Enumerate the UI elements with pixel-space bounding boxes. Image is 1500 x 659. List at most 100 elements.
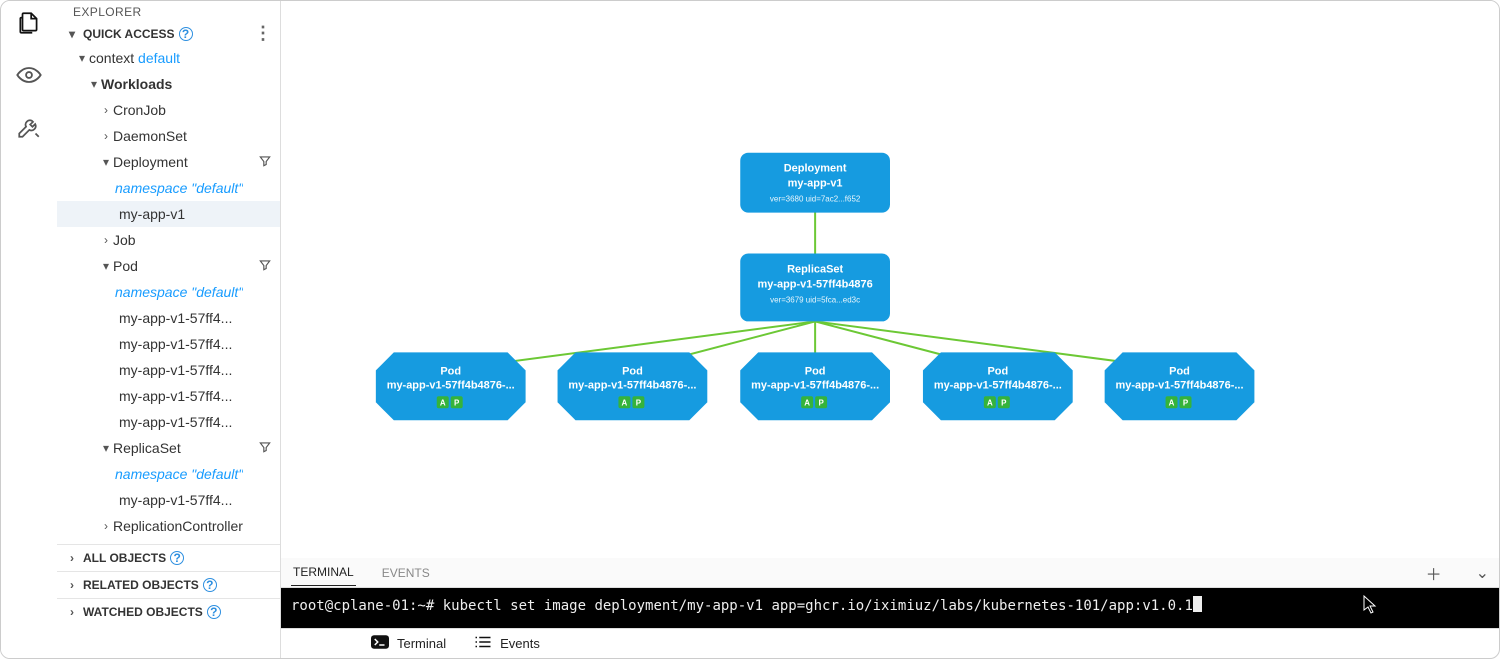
pod-namespace: namespace "default" xyxy=(115,284,243,300)
workloads-label: Workloads xyxy=(101,76,172,92)
status-events[interactable]: Events xyxy=(474,635,540,652)
chevron-right-icon: › xyxy=(65,578,79,592)
filter-icon[interactable] xyxy=(258,258,272,275)
svg-text:A: A xyxy=(987,398,993,407)
help-icon[interactable]: ? xyxy=(207,605,221,619)
tree-deployment-namespace[interactable]: namespace "default" xyxy=(57,175,280,201)
deployment-type: Deployment xyxy=(784,163,847,175)
deployment-name: my-app-v1 xyxy=(788,178,843,190)
status-bar: Terminal Events xyxy=(281,628,1499,658)
files-icon[interactable] xyxy=(15,9,43,37)
tree-pod-item[interactable]: my-app-v1-57ff4... xyxy=(57,331,280,357)
graph-canvas[interactable]: Deployment my-app-v1 ver=3680 uid=7ac2..… xyxy=(281,1,1499,558)
object-graph: Deployment my-app-v1 ver=3680 uid=7ac2..… xyxy=(281,1,1499,558)
replicationcontroller-label: ReplicationController xyxy=(113,518,243,534)
node-deployment[interactable]: Deployment my-app-v1 ver=3680 uid=7ac2..… xyxy=(740,153,890,213)
svg-text:P: P xyxy=(454,398,460,407)
help-icon[interactable]: ? xyxy=(170,551,184,565)
tree-deployment-item[interactable]: my-app-v1 xyxy=(57,201,280,227)
chevron-right-icon: › xyxy=(99,233,113,247)
all-objects-label: ALL OBJECTS xyxy=(83,551,166,565)
tree-replicaset-namespace[interactable]: namespace "default" xyxy=(57,461,280,487)
context-name: default xyxy=(138,50,180,66)
svg-text:A: A xyxy=(440,398,446,407)
svg-text:Pod: Pod xyxy=(987,365,1008,377)
chevron-down-icon: ▾ xyxy=(99,259,113,273)
tree-context[interactable]: ▾ context default xyxy=(57,45,280,71)
tree-pod-item[interactable]: my-app-v1-57ff4... xyxy=(57,305,280,331)
chevron-down-icon: ▾ xyxy=(65,27,79,41)
svg-text:P: P xyxy=(1001,398,1007,407)
tree-replicaset[interactable]: ▾ ReplicaSet xyxy=(57,435,280,461)
node-pod[interactable]: Podmy-app-v1-57ff4b4876-...AP xyxy=(1105,352,1255,420)
replicaset-name: my-app-v1-57ff4b4876 xyxy=(758,278,873,290)
eye-icon[interactable] xyxy=(15,61,43,89)
terminal[interactable]: root@cplane-01:~# kubectl set image depl… xyxy=(281,588,1499,628)
svg-text:Pod: Pod xyxy=(1169,365,1190,377)
filter-icon[interactable] xyxy=(258,440,272,457)
tab-events[interactable]: EVENTS xyxy=(380,560,432,586)
section-header-watched-objects[interactable]: › WATCHED OBJECTS ? xyxy=(57,598,280,625)
chevron-right-icon: › xyxy=(99,519,113,533)
app-window: EXPLORER ▾ QUICK ACCESS ? ⋮ ▾ context de… xyxy=(0,0,1500,659)
replicaset-meta: ver=3679 uid=5fca...ed3c xyxy=(770,295,860,304)
help-icon[interactable]: ? xyxy=(203,578,217,592)
node-pod[interactable]: Podmy-app-v1-57ff4b4876-...AP xyxy=(558,352,708,420)
terminal-prompt: root@cplane-01:~# xyxy=(291,598,434,614)
node-replicaset[interactable]: ReplicaSet my-app-v1-57ff4b4876 ver=3679… xyxy=(740,254,890,322)
section-header-all-objects[interactable]: › ALL OBJECTS ? xyxy=(57,544,280,571)
tree-pod-item[interactable]: my-app-v1-57ff4... xyxy=(57,357,280,383)
filter-icon[interactable] xyxy=(258,154,272,171)
svg-text:P: P xyxy=(636,398,642,407)
tree-pod[interactable]: ▾ Pod xyxy=(57,253,280,279)
tree-cronjob[interactable]: › CronJob xyxy=(57,97,280,123)
node-pod[interactable]: Pod my-app-v1-57ff4b4876-... AP xyxy=(923,352,1073,420)
replicaset-type: ReplicaSet xyxy=(787,264,843,276)
quick-access-label: QUICK ACCESS xyxy=(83,27,175,41)
tree-deployment[interactable]: ▾ Deployment xyxy=(57,149,280,175)
tree-pod-namespace[interactable]: namespace "default" xyxy=(57,279,280,305)
tree-replicationcontroller[interactable]: › ReplicationController xyxy=(57,513,280,539)
tools-icon[interactable] xyxy=(15,113,43,141)
svg-text:P: P xyxy=(1183,398,1189,407)
chevron-right-icon: › xyxy=(65,605,79,619)
node-pod[interactable]: Podmy-app-v1-57ff4b4876-...AP xyxy=(740,352,890,420)
replicaset-item-label: my-app-v1-57ff4... xyxy=(119,492,232,508)
section-header-quick-access[interactable]: ▾ QUICK ACCESS ? ⋮ xyxy=(57,23,280,45)
terminal-cursor xyxy=(1193,596,1202,612)
more-icon[interactable]: ⋮ xyxy=(254,30,272,37)
tree-job[interactable]: › Job xyxy=(57,227,280,253)
status-events-label: Events xyxy=(500,636,540,651)
chevron-down-icon: ▾ xyxy=(99,441,113,455)
section-header-related-objects[interactable]: › RELATED OBJECTS ? xyxy=(57,571,280,598)
watched-objects-label: WATCHED OBJECTS xyxy=(83,605,203,619)
svg-text:my-app-v1-57ff4b4876-...: my-app-v1-57ff4b4876-... xyxy=(568,379,696,391)
svg-text:my-app-v1-57ff4b4876-...: my-app-v1-57ff4b4876-... xyxy=(934,379,1062,391)
chevron-right-icon: › xyxy=(65,551,79,565)
tree-daemonset[interactable]: › DaemonSet xyxy=(57,123,280,149)
plus-icon[interactable]: ＋ xyxy=(1426,561,1442,585)
deployment-meta: ver=3680 uid=7ac2...f652 xyxy=(770,195,861,204)
status-terminal[interactable]: Terminal xyxy=(371,635,446,652)
help-icon[interactable]: ? xyxy=(179,27,193,41)
tree-pod-item[interactable]: my-app-v1-57ff4... xyxy=(57,383,280,409)
svg-text:Pod: Pod xyxy=(805,365,826,377)
svg-text:Pod: Pod xyxy=(440,365,461,377)
tree-pod-item[interactable]: my-app-v1-57ff4... xyxy=(57,409,280,435)
svg-text:A: A xyxy=(1169,398,1175,407)
pod-item-label: my-app-v1-57ff4... xyxy=(119,388,232,404)
chevron-right-icon: › xyxy=(99,103,113,117)
main-area: Deployment my-app-v1 ver=3680 uid=7ac2..… xyxy=(281,1,1499,658)
tree-replicaset-item[interactable]: my-app-v1-57ff4... xyxy=(57,487,280,513)
tab-terminal[interactable]: TERMINAL xyxy=(291,559,356,586)
list-icon xyxy=(474,635,492,652)
chevron-down-icon[interactable]: ⌄ xyxy=(1476,563,1489,583)
tree-root: ▾ context default ▾ Workloads › CronJob … xyxy=(57,45,280,543)
replicaset-label: ReplicaSet xyxy=(113,440,181,456)
node-pod[interactable]: Podmy-app-v1-57ff4b4876-...AP xyxy=(376,352,526,420)
sidebar-title: EXPLORER xyxy=(57,1,280,23)
pod-item-label: my-app-v1-57ff4... xyxy=(119,310,232,326)
replicaset-namespace: namespace "default" xyxy=(115,466,243,482)
pod-label: Pod xyxy=(113,258,138,274)
tree-workloads[interactable]: ▾ Workloads xyxy=(57,71,280,97)
